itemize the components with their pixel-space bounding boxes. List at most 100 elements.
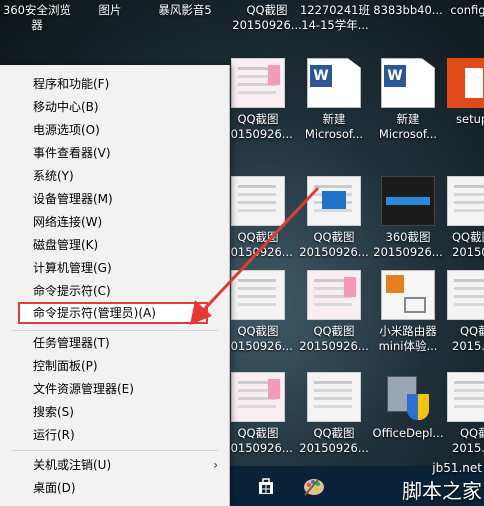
- screenshot-thumbnail-icon: [231, 176, 285, 226]
- desktop-icon-class-file[interactable]: 12270241班 14-15学年...: [296, 3, 374, 33]
- menu-item-task-manager[interactable]: 任务管理器(T): [0, 332, 230, 354]
- screenshot-thumbnail-icon: [447, 270, 484, 320]
- menu-item-computer-management[interactable]: 计算机管理(G): [0, 257, 230, 279]
- paint-palette-icon[interactable]: [302, 474, 326, 498]
- icon-label: 20150926...: [223, 127, 293, 141]
- icon-label: QQ截图: [237, 112, 279, 126]
- icon-label: QQ截图: [313, 230, 355, 244]
- icon-label: config: [450, 3, 484, 17]
- menu-item-power-options[interactable]: 电源选项(O): [0, 119, 230, 141]
- menu-item-search[interactable]: 搜索(S): [0, 401, 230, 423]
- icon-label: OfficeDepl...: [372, 426, 444, 440]
- desktop-icon[interactable]: QQ截图 20150926...: [220, 54, 296, 162]
- icon-label: 图片: [98, 3, 122, 17]
- icon-label: 14-15学年...: [301, 18, 369, 32]
- menu-item-control-panel[interactable]: 控制面板(P): [0, 355, 230, 377]
- office-setup-icon: [447, 58, 484, 108]
- icon-label: QQ截图: [452, 230, 484, 244]
- icon-label: 20150926...: [299, 339, 369, 353]
- desktop-icon[interactable]: W 新建 Microsof...: [370, 54, 446, 162]
- desktop-icon[interactable]: QQ截图 20150926...: [296, 368, 372, 476]
- menu-item-system[interactable]: 系统(Y): [0, 165, 230, 187]
- screenshot-thumbnail-icon: [231, 58, 285, 108]
- win-x-context-menu: 程序和功能(F) 移动中心(B) 电源选项(O) 事件查看器(V) 系统(Y) …: [0, 65, 230, 506]
- screenshot-thumbnail-icon: [307, 372, 361, 422]
- desktop-icon[interactable]: setup: [446, 54, 484, 162]
- desktop-icon[interactable]: W 新建 Microsof...: [296, 54, 372, 162]
- desktop-icon[interactable]: QQ截图 20150926...: [220, 368, 296, 476]
- icon-label: 360截图: [385, 230, 431, 244]
- icon-label: 20150926...: [299, 245, 369, 259]
- screenshot-thumbnail-icon: [307, 270, 361, 320]
- screenshot-thumbnail-icon: [447, 372, 484, 422]
- screenshot-thumbnail-icon: [231, 270, 285, 320]
- watermark-url: jb51.net: [432, 461, 482, 475]
- icon-label: 小米路由器: [379, 324, 437, 338]
- desktop-icon[interactable]: QQ截 2015...: [446, 266, 484, 374]
- installer-shield-icon: [381, 372, 435, 422]
- desktop-icon[interactable]: 小米路由器 mini体验...: [370, 266, 446, 374]
- icon-label: 20150926...: [223, 245, 293, 259]
- icon-label: 20150926...: [223, 441, 293, 455]
- menu-item-programs-features[interactable]: 程序和功能(F): [0, 73, 230, 95]
- menu-item-network-connections[interactable]: 网络连接(W): [0, 211, 230, 233]
- word-document-icon: W: [381, 58, 435, 108]
- chevron-right-icon: ›: [213, 458, 218, 472]
- icon-label: 20150926...: [232, 18, 302, 32]
- icon-label: 20150926...: [223, 339, 293, 353]
- document-file-icon: [381, 270, 435, 320]
- icon-label: 2015...: [452, 441, 484, 455]
- icon-label: 20150926...: [299, 441, 369, 455]
- menu-item-file-explorer[interactable]: 文件资源管理器(E): [0, 378, 230, 400]
- watermark-name: 脚本之家: [402, 479, 482, 503]
- desktop-icon-config[interactable]: config: [448, 3, 484, 18]
- desktop-icon[interactable]: QQ截图 20150926...: [296, 266, 372, 374]
- desktop-icon[interactable]: QQ截图 20150926...: [220, 266, 296, 374]
- icon-label: 360安全浏览: [3, 3, 71, 17]
- icon-label: 新建: [322, 112, 346, 126]
- screenshot-thumbnail-icon: [231, 372, 285, 422]
- desktop-icon[interactable]: QQ截图 20150926...: [220, 172, 296, 280]
- store-icon[interactable]: [254, 474, 278, 498]
- icon-label: 新建: [396, 112, 420, 126]
- screenshot-thumbnail-icon: [381, 176, 435, 226]
- menu-item-run[interactable]: 运行(R): [0, 424, 230, 446]
- icon-label: QQ截图: [313, 426, 355, 440]
- desktop-icon-8383bb40[interactable]: 8383bb40...: [370, 3, 446, 18]
- icon-label: 暴风影音5: [158, 3, 212, 17]
- desktop-icon[interactable]: 360截图 20150926...: [370, 172, 446, 280]
- icon-label: QQ截图: [246, 3, 288, 17]
- word-document-icon: W: [307, 58, 361, 108]
- desktop-icon-baofeng[interactable]: 暴风影音5: [150, 3, 220, 18]
- icon-label: 2015...: [452, 339, 484, 353]
- desktop-icon[interactable]: OfficeDepl...: [370, 368, 446, 476]
- icon-label: QQ截图: [237, 324, 279, 338]
- icon-label: 12270241班: [299, 3, 371, 17]
- menu-item-device-manager[interactable]: 设备管理器(M): [0, 188, 230, 210]
- screenshot-thumbnail-icon: [307, 176, 361, 226]
- icon-label: QQ截图: [237, 230, 279, 244]
- menu-item-mobility-center[interactable]: 移动中心(B): [0, 96, 230, 118]
- watermark: jb51.net 脚本之家: [402, 461, 482, 504]
- icon-label: mini体验...: [378, 339, 438, 353]
- desktop-icon[interactable]: QQ截图 20150...: [446, 172, 484, 280]
- desktop-icon[interactable]: QQ截图 20150926...: [296, 172, 372, 280]
- menu-item-disk-management[interactable]: 磁盘管理(K): [0, 234, 230, 256]
- menu-item-shutdown-signout[interactable]: 关机或注销(U) ›: [0, 454, 230, 476]
- menu-item-command-prompt-admin[interactable]: 命令提示符(管理员)(A): [18, 302, 208, 324]
- desktop-icon-360browser[interactable]: 360安全浏览 器: [2, 3, 72, 33]
- desktop-icon[interactable]: QQ截 2015...: [446, 368, 484, 476]
- menu-separator: [12, 450, 218, 451]
- icon-label: 8383bb40...: [373, 3, 443, 17]
- desktop-icon-pictures[interactable]: 图片: [90, 3, 130, 18]
- icon-label: QQ截: [460, 324, 484, 338]
- icon-label: QQ截: [460, 426, 484, 440]
- menu-item-command-prompt[interactable]: 命令提示符(C): [0, 280, 230, 302]
- menu-item-desktop[interactable]: 桌面(D): [0, 477, 230, 499]
- menu-item-label: 关机或注销(U): [33, 458, 112, 472]
- icon-label: 20150926...: [373, 245, 443, 259]
- icon-label: QQ截图: [313, 324, 355, 338]
- icon-label: 20150...: [452, 245, 484, 259]
- desktop-icon-qq-screenshot[interactable]: QQ截图 20150926...: [232, 3, 302, 33]
- menu-item-event-viewer[interactable]: 事件查看器(V): [0, 142, 230, 164]
